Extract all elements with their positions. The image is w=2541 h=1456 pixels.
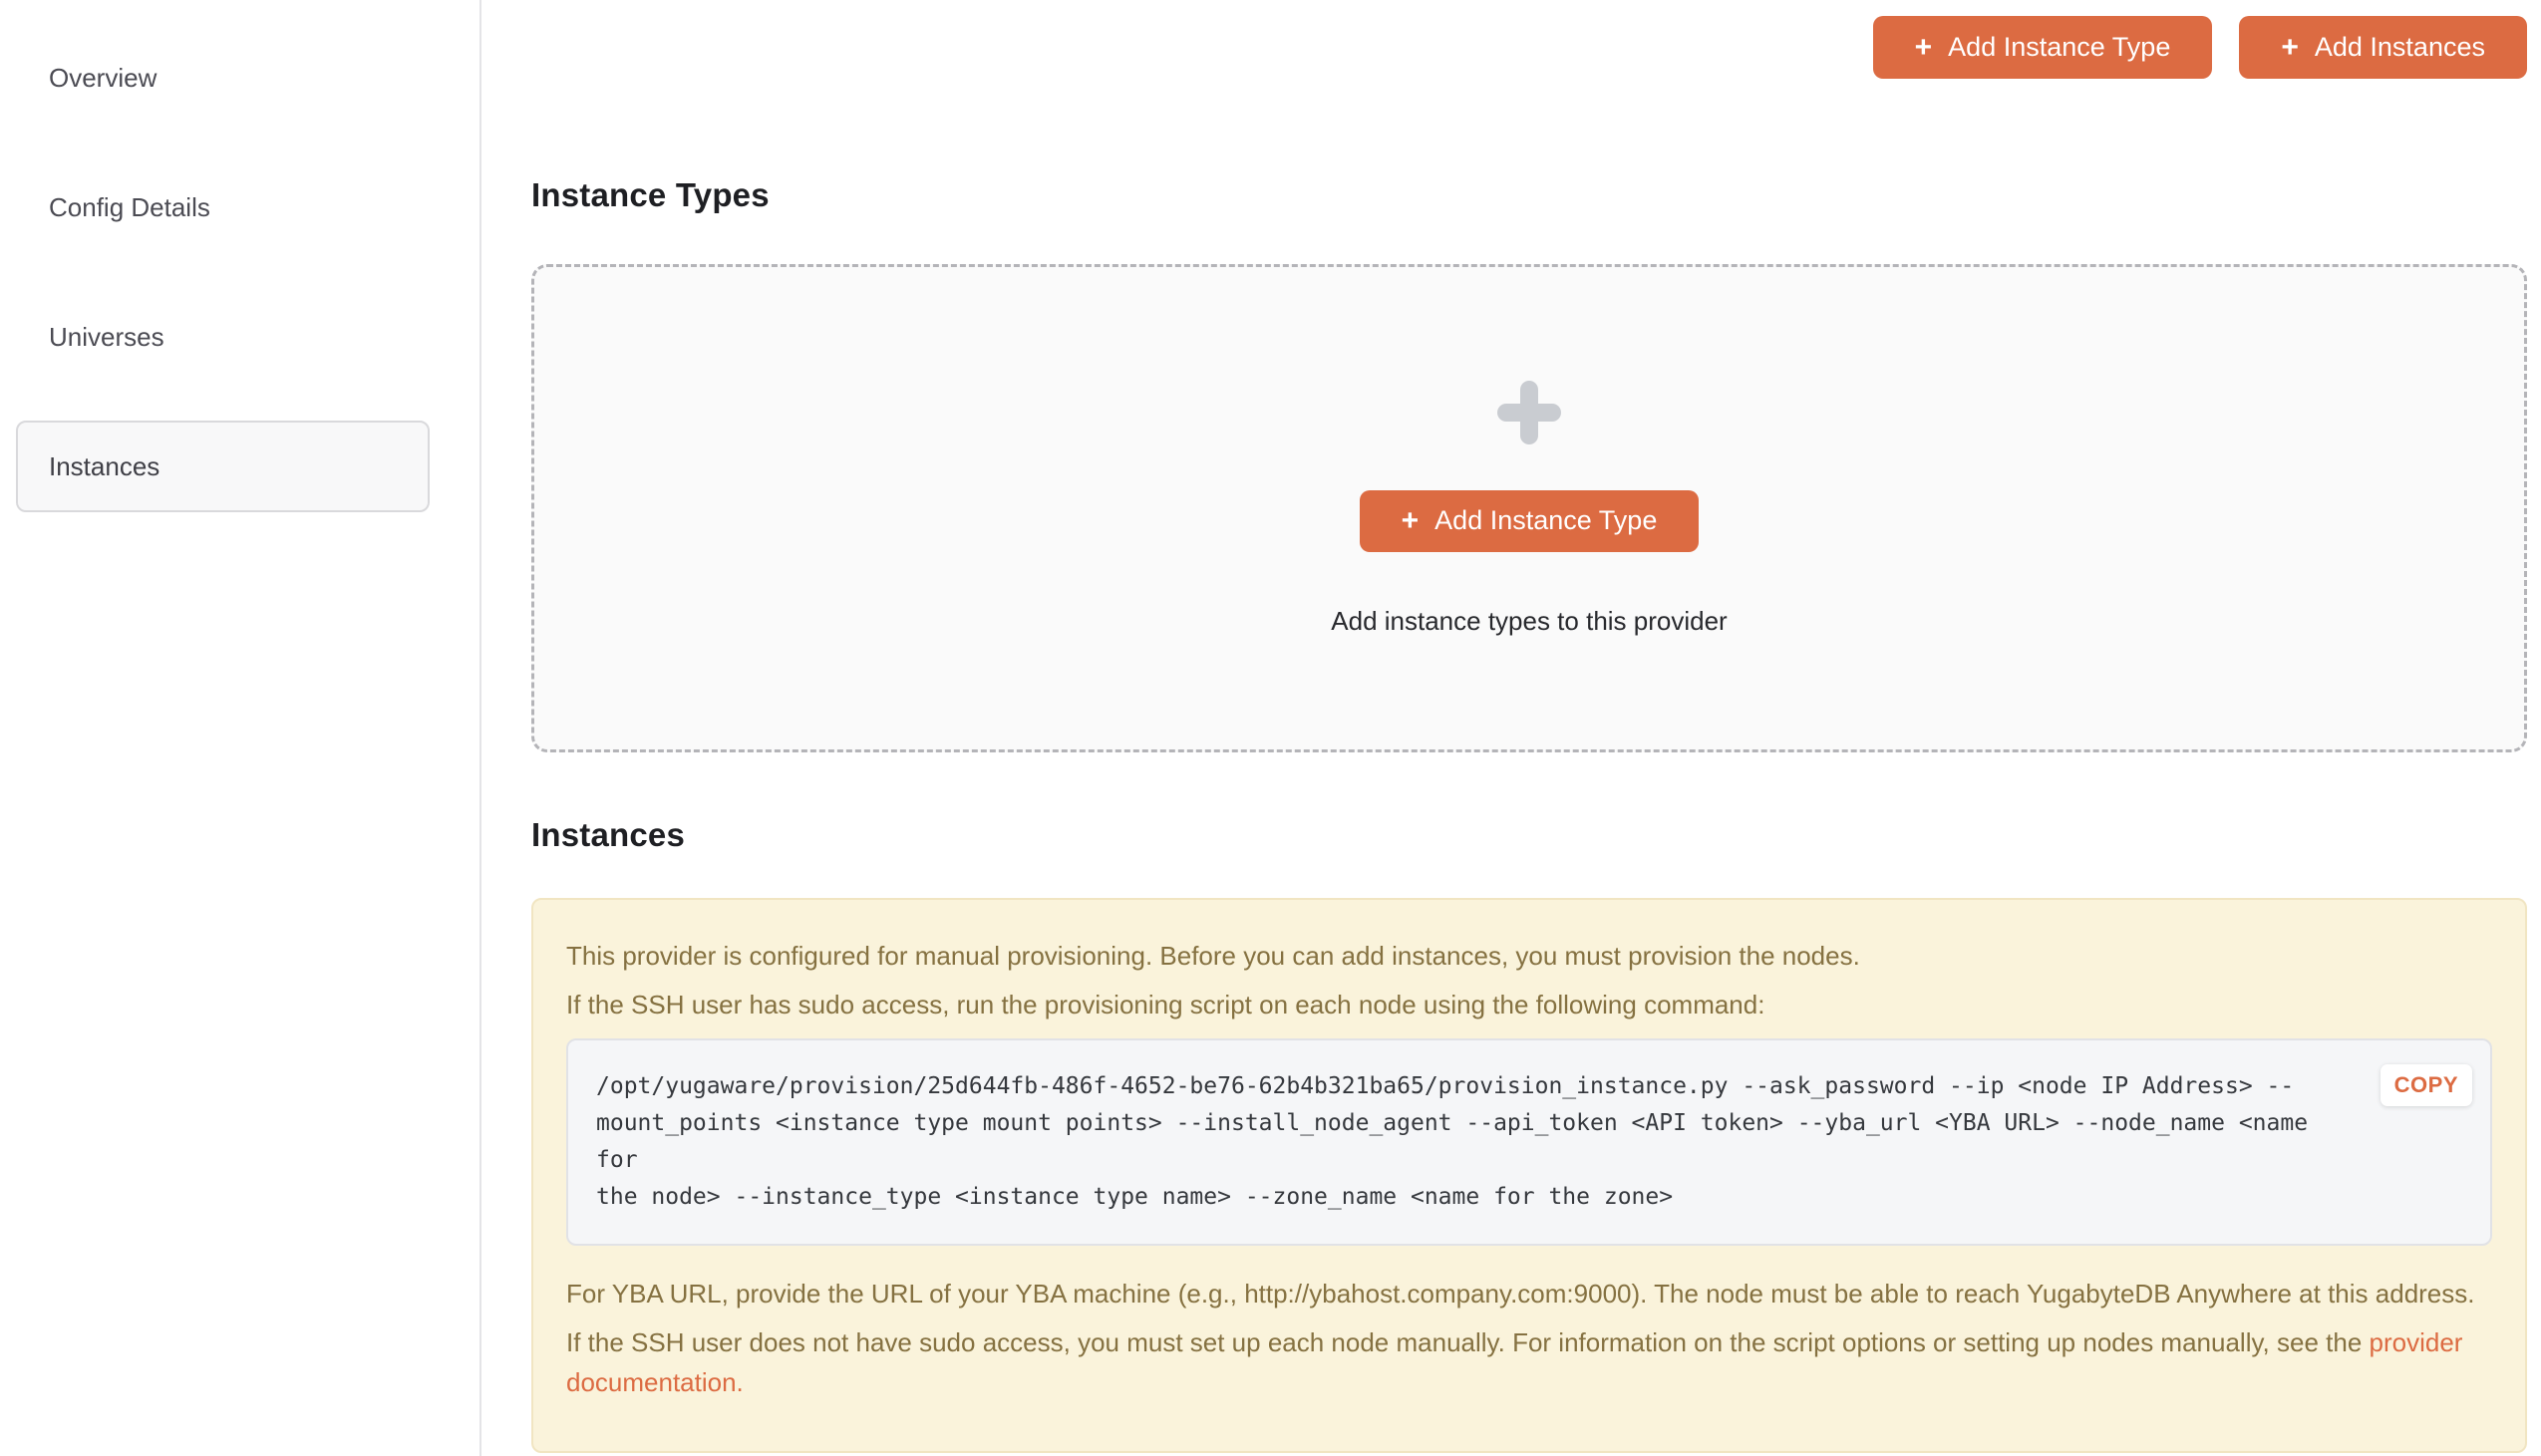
add-instance-type-button-label: Add Instance Type — [1948, 32, 2170, 63]
plus-icon: + — [1402, 506, 1420, 536]
add-instances-button-label: Add Instances — [2315, 32, 2485, 63]
add-instance-type-button[interactable]: + Add Instance Type — [1873, 16, 2213, 79]
plus-icon: + — [2281, 33, 2299, 63]
action-toolbar: + Add Instance Type + Add Instances — [531, 16, 2527, 79]
provision-command-text: /opt/yugaware/provision/25d644fb-486f-46… — [596, 1068, 2331, 1216]
provider-sidebar: Overview Config Details Universes Instan… — [0, 0, 481, 1456]
sidebar-item-label: Universes — [49, 322, 164, 353]
yba-url-note: For YBA URL, provide the URL of your YBA… — [566, 1274, 2492, 1313]
instance-types-heading: Instance Types — [531, 176, 2527, 214]
manual-provisioning-notice: This provider is configured for manual p… — [531, 898, 2527, 1453]
provision-command-block: /opt/yugaware/provision/25d644fb-486f-46… — [566, 1038, 2492, 1246]
sidebar-item-overview[interactable]: Overview — [0, 32, 479, 124]
no-sudo-note: If the SSH user does not have sudo acces… — [566, 1322, 2492, 1402]
sidebar-item-label: Instances — [49, 451, 159, 482]
empty-state-add-instance-type-button[interactable]: + Add Instance Type — [1360, 490, 1700, 552]
instance-types-empty-state: + Add Instance Type Add instance types t… — [531, 264, 2527, 752]
no-sudo-note-text: If the SSH user does not have sudo acces… — [566, 1327, 2370, 1357]
sidebar-item-label: Overview — [49, 63, 157, 94]
sidebar-item-instances[interactable]: Instances — [16, 421, 430, 512]
plus-icon — [1497, 381, 1561, 444]
empty-state-add-button-label: Add Instance Type — [1434, 505, 1657, 536]
notice-line-2: If the SSH user has sudo access, run the… — [566, 985, 2492, 1024]
notice-line-1: This provider is configured for manual p… — [566, 936, 2492, 976]
plus-icon: + — [1915, 33, 1933, 63]
instances-heading: Instances — [531, 816, 2527, 854]
sidebar-item-label: Config Details — [49, 192, 210, 223]
provider-details-page: Overview Config Details Universes Instan… — [0, 0, 2541, 1456]
instances-tab-content: + Add Instance Type + Add Instances Inst… — [481, 0, 2541, 1456]
copy-command-button[interactable]: COPY — [2381, 1064, 2472, 1106]
sidebar-item-universes[interactable]: Universes — [0, 291, 479, 383]
add-instances-button[interactable]: + Add Instances — [2239, 16, 2527, 79]
empty-state-caption: Add instance types to this provider — [1331, 606, 1727, 637]
sidebar-item-config-details[interactable]: Config Details — [0, 161, 479, 253]
